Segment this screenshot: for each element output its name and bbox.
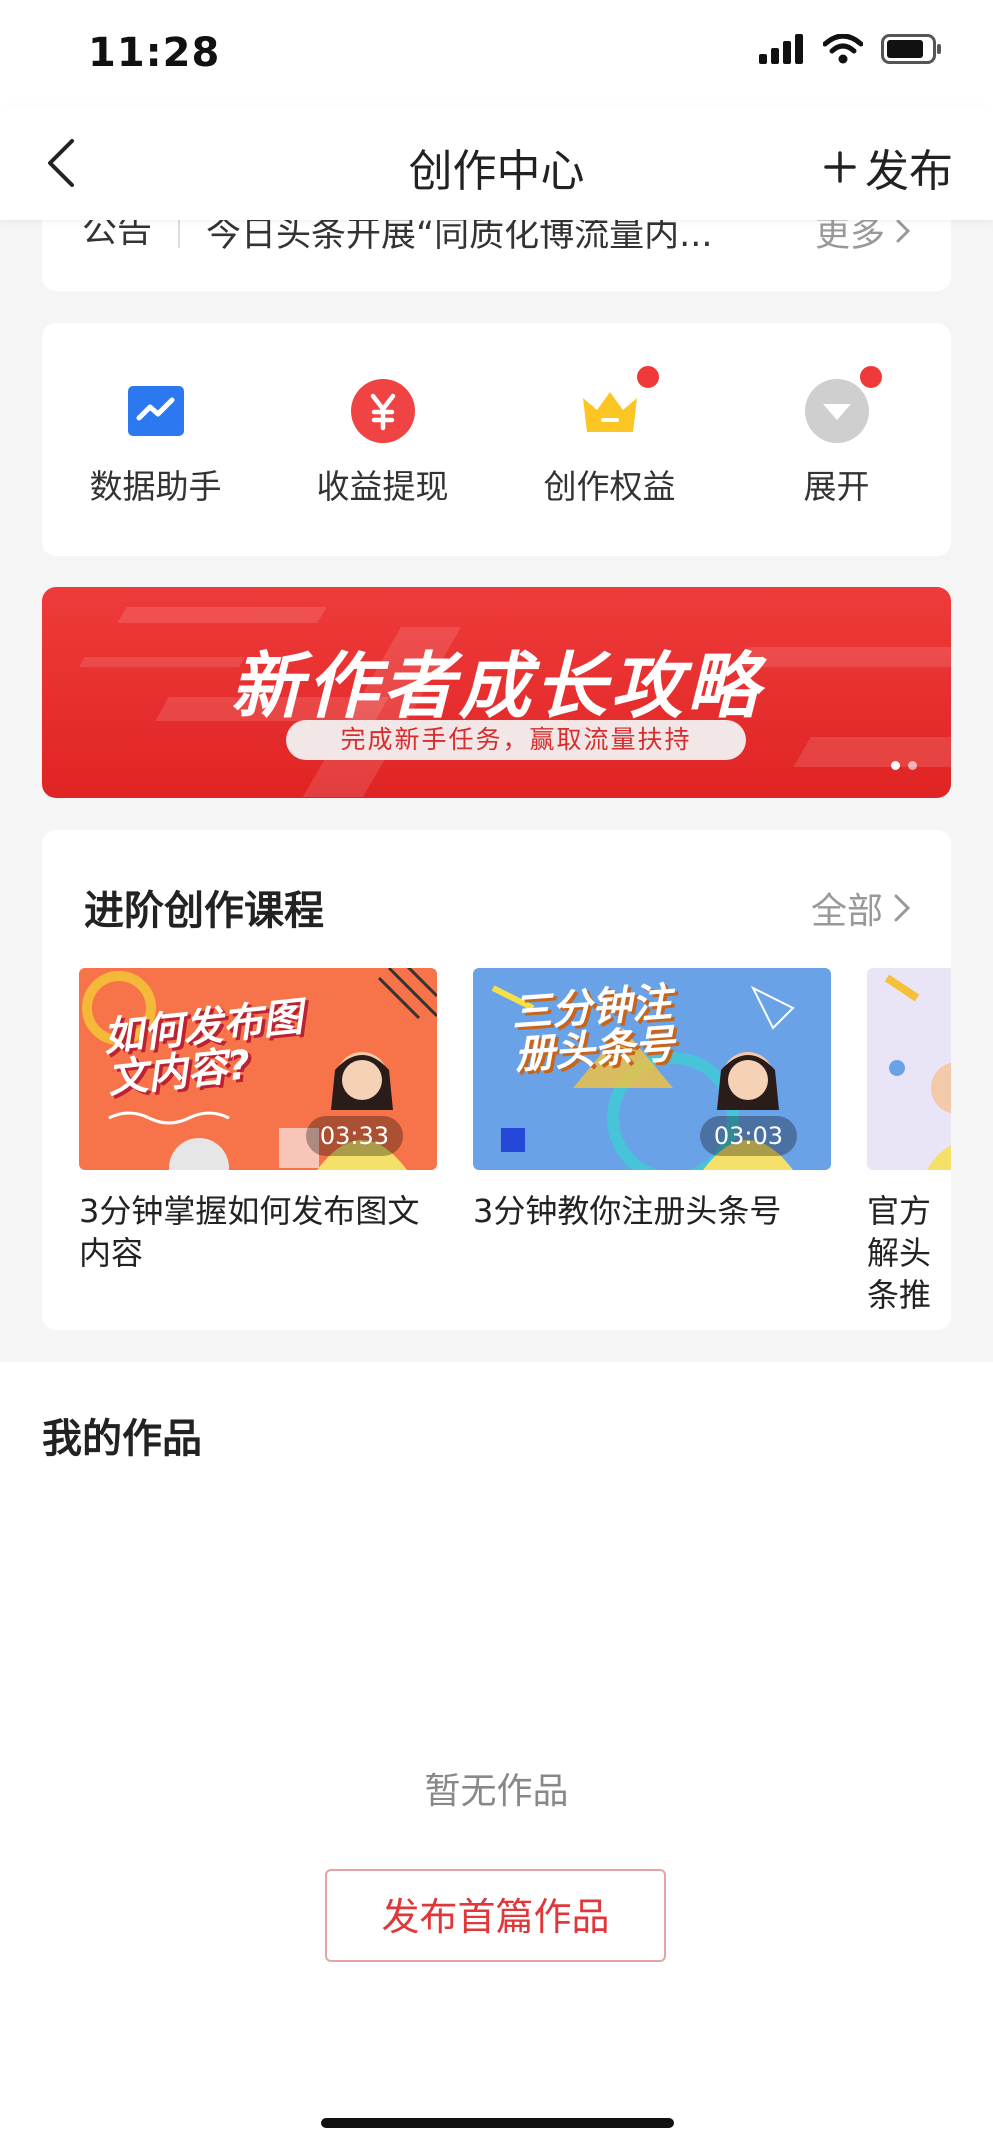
my-works-title: 我的作品 <box>42 1416 202 1462</box>
empty-state-text: 暂无作品 <box>424 1771 569 1812</box>
course-name: 3分钟掌握如何发布图文内容 <box>79 1192 420 1272</box>
status-time: 11:28 <box>88 30 221 76</box>
crown-icon <box>582 392 637 432</box>
home-indicator[interactable] <box>321 2118 674 2128</box>
wifi-icon <box>823 34 863 64</box>
notification-dot <box>634 363 662 391</box>
tool-label: 创作权益 <box>543 467 676 506</box>
chevron-right-icon <box>896 219 911 243</box>
tool-earnings-withdraw[interactable]: 收益提现 <box>269 323 496 556</box>
signal-icon <box>759 34 803 64</box>
status-bar: 11:28 <box>0 0 993 105</box>
publish-button[interactable]: 发布 <box>823 135 953 199</box>
banner-stripe <box>793 737 951 767</box>
tool-data-assistant[interactable]: 数据助手 <box>42 323 269 556</box>
tool-label: 数据助手 <box>89 467 222 506</box>
thumb-decoration <box>884 974 951 1170</box>
course-name: 官方解头条推 <box>867 1192 932 1314</box>
courses-card: 进阶创作课程 全部 如何发布图文内容? 03:33 3分钟掌握如何发布图文内容 … <box>42 830 951 1330</box>
pagination-dot <box>891 761 900 770</box>
course-item[interactable]: 官方解头条推 <box>867 968 951 1316</box>
yuan-icon <box>350 379 415 443</box>
publish-first-work-button[interactable]: 发布首篇作品 <box>325 1869 666 1962</box>
battery-icon <box>881 34 941 64</box>
course-item[interactable]: 如何发布图文内容? 03:33 3分钟掌握如何发布图文内容 <box>79 968 437 1274</box>
banner-subtitle: 完成新手任务，赢取流量扶持 <box>286 720 746 760</box>
plus-icon <box>824 151 856 183</box>
course-thumbnail: 三分钟注册头条号 03:03 <box>473 968 831 1170</box>
thumb-title: 三分钟注册头条号 <box>510 979 676 1079</box>
notification-dot <box>857 363 885 391</box>
tool-creator-rights[interactable]: 创作权益 <box>496 323 723 556</box>
tool-label: 展开 <box>803 467 870 506</box>
video-duration: 03:33 <box>305 1116 403 1156</box>
all-label: 全部 <box>810 891 883 932</box>
tool-label: 收益提现 <box>316 467 449 506</box>
tools-card: 数据助手 收益提现 创作权益 展开 <box>42 323 951 556</box>
nav-bar: 创作中心 发布 <box>0 105 993 220</box>
chart-icon <box>127 386 184 436</box>
courses-all-link[interactable]: 全部 <box>811 882 911 934</box>
course-name: 3分钟教你注册头条号 <box>473 1192 782 1230</box>
course-thumbnail <box>867 968 951 1170</box>
banner-stripe <box>117 607 327 623</box>
course-item[interactable]: 三分钟注册头条号 03:03 3分钟教你注册头条号 <box>473 968 831 1232</box>
banner-title: 新作者成长攻略 <box>230 644 763 728</box>
status-icons <box>759 34 943 64</box>
pagination-dot <box>908 761 917 770</box>
publish-label: 发布 <box>865 146 953 197</box>
courses-title: 进阶创作课程 <box>84 888 324 934</box>
chevron-right-icon <box>894 894 911 922</box>
tool-expand[interactable]: 展开 <box>723 323 950 556</box>
expand-icon <box>804 379 869 443</box>
video-duration: 03:03 <box>699 1116 797 1156</box>
course-thumbnail: 如何发布图文内容? 03:33 <box>79 968 437 1170</box>
promo-banner[interactable]: 新作者成长攻略 完成新手任务，赢取流量扶持 <box>42 587 951 798</box>
course-list: 如何发布图文内容? 03:33 3分钟掌握如何发布图文内容 三分钟注册头条号 0… <box>79 968 951 1314</box>
banner-pagination <box>891 761 917 770</box>
